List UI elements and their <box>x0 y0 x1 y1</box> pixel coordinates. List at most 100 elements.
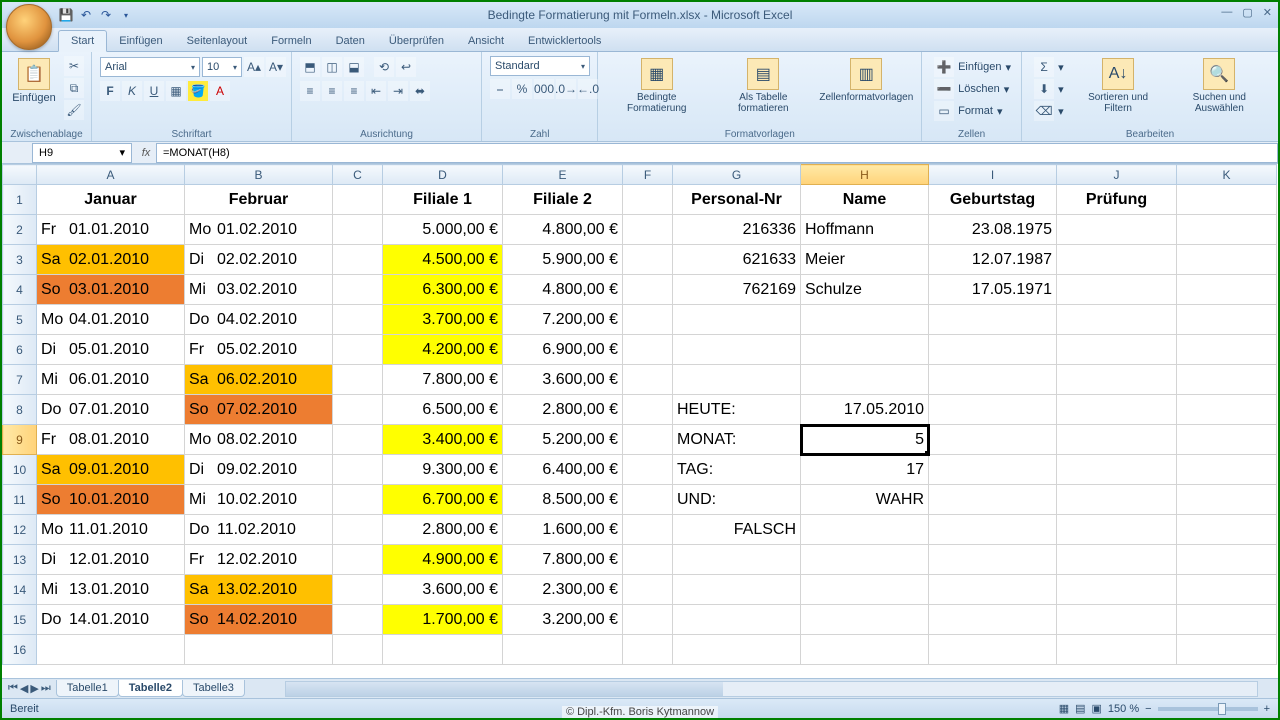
sheet-nav-last-icon[interactable]: ⏭ <box>41 682 51 695</box>
row-header[interactable]: 10 <box>3 455 37 485</box>
cell[interactable]: Di05.01.2010 <box>37 335 185 365</box>
cell[interactable] <box>383 635 503 665</box>
view-normal-icon[interactable]: ▦ <box>1059 702 1069 715</box>
cell[interactable]: Mo04.01.2010 <box>37 305 185 335</box>
cell[interactable] <box>1057 245 1177 275</box>
column-header[interactable]: D <box>383 165 503 185</box>
cell[interactable]: Geburtstag <box>929 185 1057 215</box>
cell[interactable]: Do07.01.2010 <box>37 395 185 425</box>
cell[interactable]: Sa02.01.2010 <box>37 245 185 275</box>
cell[interactable]: 7.200,00 € <box>503 305 623 335</box>
cell[interactable] <box>333 485 383 515</box>
column-header[interactable]: C <box>333 165 383 185</box>
zoom-slider[interactable] <box>1158 707 1258 711</box>
cell[interactable] <box>929 335 1057 365</box>
cell-styles-button[interactable]: ▥Zellenformatvorlagen <box>820 56 914 105</box>
cell[interactable]: Mi06.01.2010 <box>37 365 185 395</box>
cell[interactable]: So03.01.2010 <box>37 275 185 305</box>
cell[interactable] <box>333 305 383 335</box>
cell[interactable]: Schulze <box>801 275 929 305</box>
cell[interactable] <box>1057 215 1177 245</box>
save-icon[interactable]: 💾 <box>58 7 74 23</box>
cell[interactable]: Fr08.01.2010 <box>37 425 185 455</box>
cell[interactable] <box>1177 305 1277 335</box>
column-header[interactable]: F <box>623 165 673 185</box>
cell[interactable] <box>333 605 383 635</box>
cell[interactable] <box>333 395 383 425</box>
cell[interactable]: Mi10.02.2010 <box>185 485 333 515</box>
cell[interactable] <box>929 605 1057 635</box>
cell[interactable]: 2.300,00 € <box>503 575 623 605</box>
cell[interactable] <box>1177 245 1277 275</box>
autosum-icon[interactable]: Σ <box>1034 57 1054 77</box>
font-size-combo[interactable]: 10▾ <box>202 57 242 77</box>
font-name-combo[interactable]: Arial▾ <box>100 57 200 77</box>
cell[interactable] <box>1057 635 1177 665</box>
cell[interactable]: Meier <box>801 245 929 275</box>
cell[interactable]: So10.01.2010 <box>37 485 185 515</box>
cell[interactable]: 6.500,00 € <box>383 395 503 425</box>
cell[interactable] <box>333 215 383 245</box>
row-header[interactable]: 12 <box>3 515 37 545</box>
sheet-nav-prev-icon[interactable]: ◀ <box>20 682 28 695</box>
cell[interactable]: Fr01.01.2010 <box>37 215 185 245</box>
bold-button[interactable]: F <box>100 81 120 101</box>
cell[interactable]: 6.400,00 € <box>503 455 623 485</box>
cell[interactable] <box>1177 485 1277 515</box>
cell[interactable] <box>623 545 673 575</box>
cell[interactable] <box>1177 635 1277 665</box>
cell[interactable] <box>929 425 1057 455</box>
cell[interactable]: Januar <box>37 185 185 215</box>
cell[interactable]: Do14.01.2010 <box>37 605 185 635</box>
cell[interactable]: 3.700,00 € <box>383 305 503 335</box>
cell[interactable] <box>333 245 383 275</box>
fill-color-icon[interactable]: 🪣 <box>188 81 208 101</box>
sheet-tab[interactable]: Tabelle1 <box>56 680 119 697</box>
cell[interactable]: Filiale 2 <box>503 185 623 215</box>
cell[interactable]: 6.900,00 € <box>503 335 623 365</box>
cell[interactable]: MONAT: <box>673 425 801 455</box>
increase-decimal-icon[interactable]: .0→ <box>556 79 576 99</box>
cell[interactable]: 5.900,00 € <box>503 245 623 275</box>
cell[interactable]: 6.300,00 € <box>383 275 503 305</box>
cell[interactable] <box>1177 335 1277 365</box>
ribbon-tab-formeln[interactable]: Formeln <box>259 31 323 51</box>
cell[interactable] <box>1177 395 1277 425</box>
zoom-out-icon[interactable]: − <box>1145 703 1151 715</box>
cell[interactable] <box>503 635 623 665</box>
row-header[interactable]: 6 <box>3 335 37 365</box>
fx-icon[interactable]: fx <box>136 147 156 159</box>
cell[interactable] <box>333 365 383 395</box>
cell[interactable] <box>333 185 383 215</box>
cell[interactable]: 9.300,00 € <box>383 455 503 485</box>
clear-icon[interactable]: ⌫ <box>1034 101 1054 121</box>
close-icon[interactable]: ✕ <box>1263 6 1272 19</box>
row-header[interactable]: 7 <box>3 365 37 395</box>
cell[interactable]: Personal-Nr <box>673 185 801 215</box>
sheet-tab[interactable]: Tabelle3 <box>182 680 245 697</box>
cell[interactable] <box>673 335 801 365</box>
cell[interactable] <box>333 575 383 605</box>
cell[interactable]: Di02.02.2010 <box>185 245 333 275</box>
orientation-icon[interactable]: ⟲ <box>374 57 394 77</box>
cell[interactable]: FALSCH <box>673 515 801 545</box>
cell[interactable] <box>1177 425 1277 455</box>
cell[interactable] <box>37 635 185 665</box>
cell[interactable]: WAHR <box>801 485 929 515</box>
cell[interactable] <box>673 575 801 605</box>
font-color-icon[interactable]: A <box>210 81 230 101</box>
cell[interactable] <box>1057 395 1177 425</box>
cell[interactable] <box>929 365 1057 395</box>
view-layout-icon[interactable]: ▤ <box>1075 702 1085 715</box>
currency-icon[interactable]: ⎯ <box>490 79 510 99</box>
align-left-icon[interactable]: ≡ <box>300 81 320 101</box>
ribbon-tab-einfügen[interactable]: Einfügen <box>107 31 174 51</box>
row-header[interactable]: 11 <box>3 485 37 515</box>
cell[interactable]: 17.05.2010 <box>801 395 929 425</box>
cell[interactable]: 17 <box>801 455 929 485</box>
cell[interactable]: 4.800,00 € <box>503 275 623 305</box>
cell[interactable] <box>623 365 673 395</box>
horizontal-scrollbar[interactable] <box>285 681 1258 697</box>
cell[interactable] <box>623 335 673 365</box>
cell[interactable]: 3.400,00 € <box>383 425 503 455</box>
